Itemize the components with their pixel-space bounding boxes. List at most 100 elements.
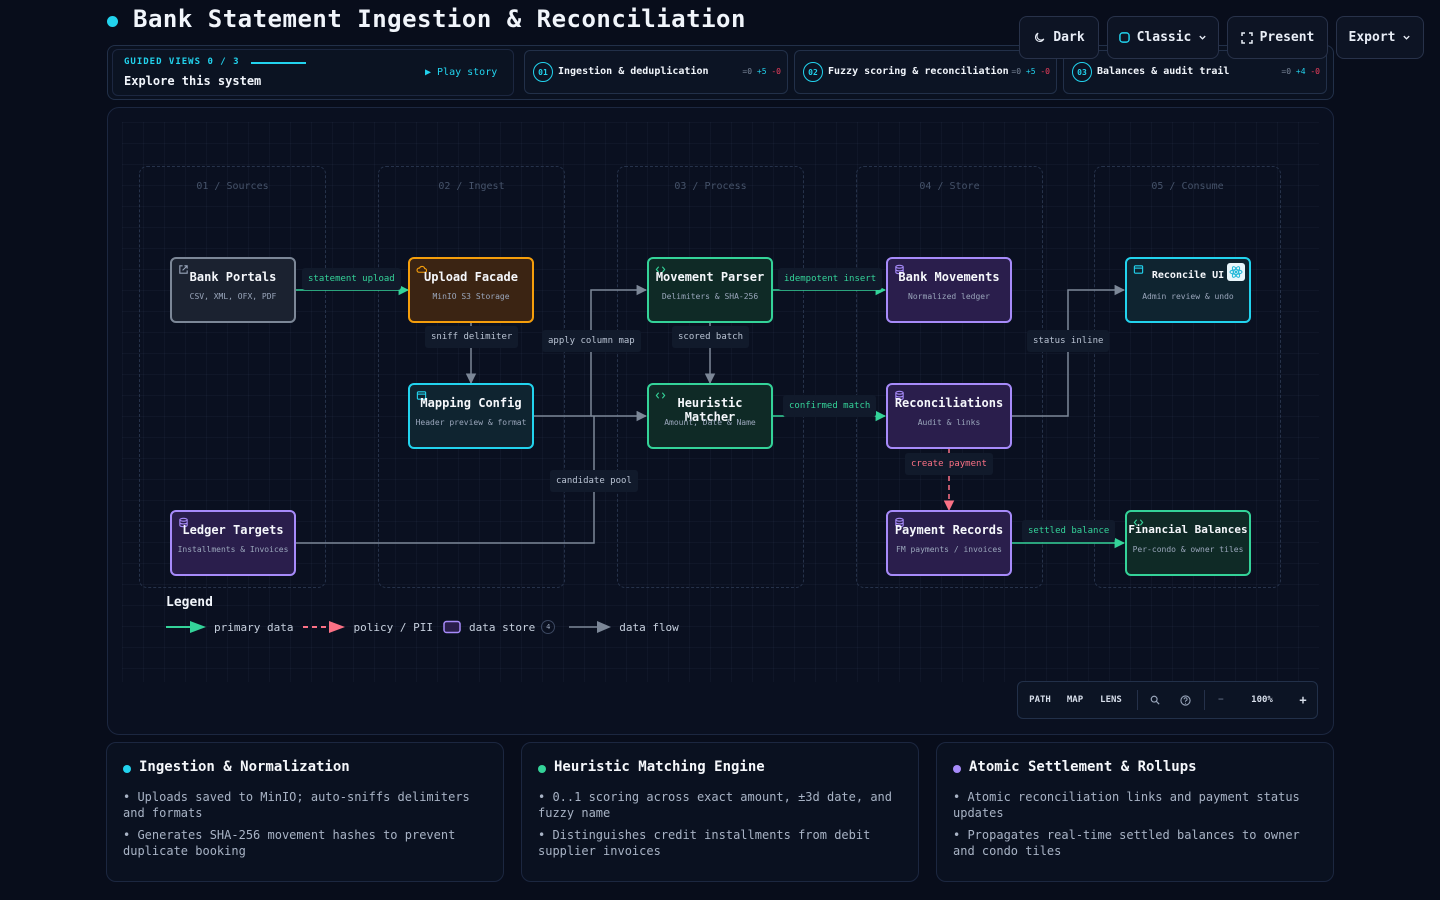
card-bullet: • 0..1 scoring across exact amount, ±3d … <box>538 790 893 820</box>
legend: primary data policy / PII data store 4 d… <box>166 618 679 636</box>
edge-label-create-payment: create payment <box>905 453 993 475</box>
edge-label-sniff-delimiter: sniff delimiter <box>425 326 519 348</box>
lens-button[interactable]: LENS <box>1088 682 1134 718</box>
present-button[interactable]: Present <box>1227 16 1328 59</box>
summary-card-ingestion: Ingestion & Normalization • Uploads save… <box>106 742 504 882</box>
node-title: Bank Movements <box>898 270 1000 284</box>
step-title: Balances & audit trail <box>1097 66 1230 77</box>
step-title: Ingestion & deduplication <box>558 66 709 77</box>
edge-status-inline <box>1012 284 1126 417</box>
moon-icon <box>1035 32 1045 43</box>
page-title: Bank Statement Ingestion & Reconciliatio… <box>133 5 746 33</box>
legend-flow-swatch <box>569 621 612 633</box>
node-reconciliations[interactable]: Reconciliations Audit & links <box>886 383 1012 449</box>
node-title: Payment Records <box>894 523 1004 537</box>
export-label: Export <box>1348 30 1396 45</box>
node-ledger-targets[interactable]: Ledger Targets Installments & Invoices <box>170 510 296 576</box>
step-minus: -0 <box>771 67 781 76</box>
node-bank-movements[interactable]: Bank Movements Normalized ledger <box>886 257 1012 323</box>
card-bullet: • Distinguishes credit installments from… <box>538 828 871 858</box>
edge-label-candidate-pool: candidate pool <box>550 470 638 492</box>
help-icon <box>1179 694 1191 706</box>
node-mapping-config[interactable]: Mapping Config Header preview & format <box>408 383 534 449</box>
node-subtitle: CSV, XML, OFX, PDF <box>189 292 277 301</box>
card-title: Ingestion & Normalization <box>139 759 350 775</box>
edge-label-statement-upload: statement upload <box>302 268 401 290</box>
export-button[interactable]: Export <box>1336 16 1424 59</box>
fullscreen-icon <box>1240 31 1253 44</box>
step-diff: =0 +5 -0 <box>1011 67 1050 76</box>
diagram-canvas[interactable]: 01 / Sources 02 / Ingest 03 / Process 04… <box>107 107 1334 735</box>
step-minus: -0 <box>1040 67 1050 76</box>
guided-views-title: Explore this system <box>124 74 262 88</box>
theme-select[interactable]: Classic <box>1107 16 1219 59</box>
node-title: Mapping Config <box>420 396 522 410</box>
node-bank-portals[interactable]: Bank Portals CSV, XML, OFX, PDF <box>170 257 296 323</box>
card-body: • Atomic reconciliation links and paymen… <box>953 789 1321 865</box>
help-button[interactable] <box>1169 682 1201 718</box>
node-financial-balances[interactable]: Financial Balances Per-condo & owner til… <box>1125 510 1251 576</box>
chevron-down-icon <box>1199 35 1207 40</box>
node-subtitle: Amount, Date & Name <box>664 418 756 427</box>
node-subtitle: FM payments / invoices <box>896 545 1002 554</box>
theme-label: Classic <box>1136 30 1192 45</box>
card-dot <box>123 765 131 773</box>
node-title: Movement Parser <box>655 270 765 284</box>
node-movement-parser[interactable]: Movement Parser Delimiters & SHA-256 <box>647 257 773 323</box>
edge-label-idempotent-insert: idempotent insert <box>778 268 883 290</box>
node-reconcile-ui[interactable]: Reconcile UI Admin review & undo <box>1125 257 1251 323</box>
card-bullet: • Propagates real-time settled balances … <box>953 828 1300 858</box>
title-dot <box>107 16 118 27</box>
zoom-level: 100% <box>1251 695 1273 705</box>
guided-step-1[interactable]: 01 Ingestion & deduplication =0 +5 -0 <box>524 50 788 94</box>
node-title: Ledger Targets <box>182 523 284 537</box>
step-eq: =0 <box>1011 67 1022 76</box>
edge-apply-column-map <box>534 284 648 417</box>
toolbar-divider <box>1137 690 1138 710</box>
node-upload-facade[interactable]: Upload Facade MinIO S3 Storage <box>408 257 534 323</box>
step-number: 01 <box>533 62 553 82</box>
card-bullet: • Atomic reconciliation links and paymen… <box>953 790 1300 820</box>
card-body: • 0..1 scoring across exact amount, ±3d … <box>538 789 906 865</box>
dark-mode-button[interactable]: Dark <box>1019 16 1099 59</box>
search-button[interactable] <box>1141 682 1169 718</box>
map-button[interactable]: MAP <box>1062 682 1088 718</box>
node-title: Upload Facade <box>424 270 518 284</box>
edge-label-status-inline: status inline <box>1027 330 1110 352</box>
present-label: Present <box>1259 30 1315 45</box>
zoom-out-button[interactable]: − <box>1208 682 1234 718</box>
step-number: 02 <box>803 62 823 82</box>
edge-label-apply-column-map: apply column map <box>542 330 641 352</box>
card-title: Heuristic Matching Engine <box>554 759 765 775</box>
node-subtitle: Delimiters & SHA-256 <box>661 292 759 301</box>
edge-label-scored-batch: scored batch <box>672 326 750 348</box>
step-eq: =0 <box>742 67 753 76</box>
edge-label-settled-balance: settled balance <box>1022 520 1116 542</box>
theme-swatch-icon <box>1118 32 1130 43</box>
legend-store-swatch <box>443 620 461 634</box>
guided-step-2[interactable]: 02 Fuzzy scoring & reconciliation =0 +5 … <box>794 50 1057 94</box>
guided-views-intro: GUIDED VIEWS 0 / 3 Explore this system ▶… <box>112 49 514 96</box>
summary-card-settlement: Atomic Settlement & Rollups • Atomic rec… <box>936 742 1334 882</box>
node-subtitle: Per-condo & owner tiles <box>1132 545 1244 554</box>
card-dot <box>538 765 546 773</box>
card-bullet: • Generates SHA-256 movement hashes to p… <box>123 828 456 858</box>
legend-primary-label: primary data <box>214 620 294 634</box>
path-button[interactable]: PATH <box>1018 682 1062 718</box>
legend-store-label: data store <box>468 620 536 634</box>
step-diff: =0 +4 -0 <box>1281 67 1320 76</box>
legend-policy-label: policy / PII <box>353 620 433 634</box>
step-plus: +4 <box>1295 67 1306 76</box>
node-subtitle: Installments & Invoices <box>177 545 289 554</box>
play-story-button[interactable]: ▶ Play story <box>425 67 497 78</box>
step-eq: =0 <box>1281 67 1292 76</box>
step-number: 03 <box>1072 62 1092 82</box>
guided-views-progress <box>251 62 306 64</box>
node-title: Financial Balances <box>1128 523 1248 536</box>
card-body: • Uploads saved to MinIO; auto-sniffs de… <box>123 789 491 865</box>
node-heuristic-matcher[interactable]: Heuristic Matcher Amount, Date & Name <box>647 383 773 449</box>
node-subtitle: MinIO S3 Storage <box>432 292 510 301</box>
zoom-in-button[interactable]: + <box>1290 682 1316 718</box>
node-payment-records[interactable]: Payment Records FM payments / invoices <box>886 510 1012 576</box>
toolbar-divider <box>1204 690 1205 710</box>
